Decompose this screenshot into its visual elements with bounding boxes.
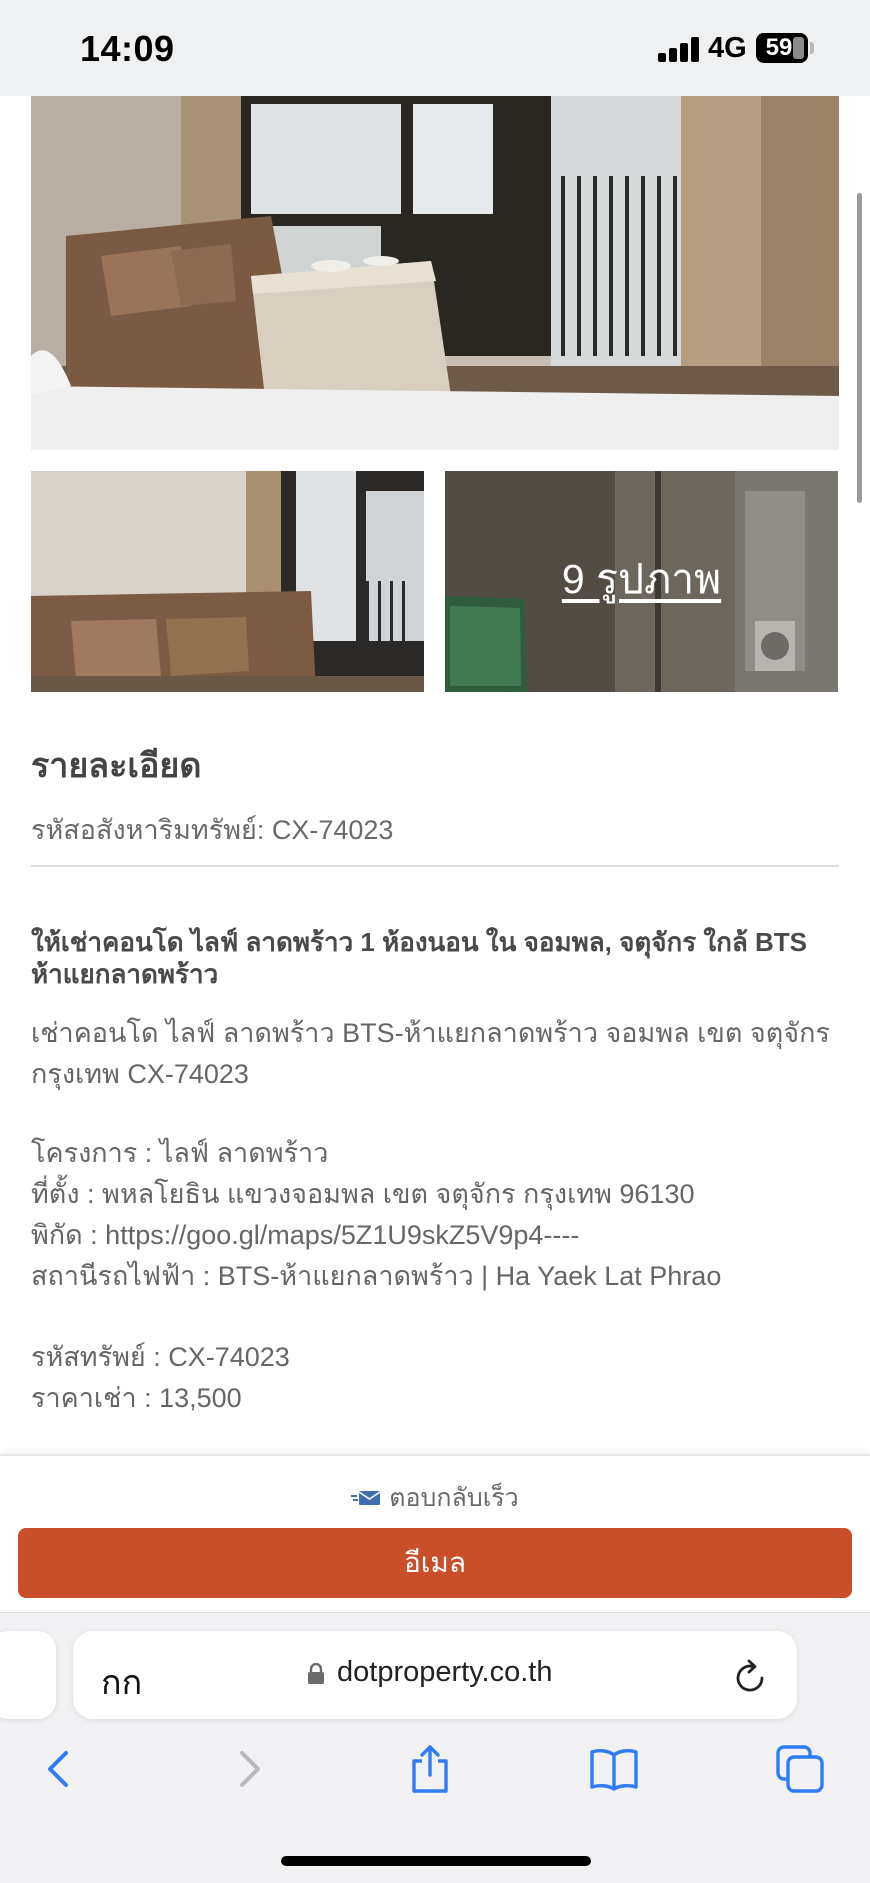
email-button[interactable]: อีเมล [18,1528,852,1598]
room-photo-image [31,96,839,450]
lock-icon [307,1662,325,1690]
listing-title: ให้เช่าคอนโด ไลฟ์ ลาดพร้าว 1 ห้องนอน ใน … [31,927,808,989]
browser-chrome: กก dotproperty.co.th [0,1612,870,1883]
home-indicator[interactable] [281,1856,591,1866]
gallery-photo-1[interactable] [31,471,424,692]
photo-count-link[interactable]: 9 รูปภาพ [445,547,838,612]
project-line: โครงการ : ไลฟ์ ลาดพร้าว [31,1138,329,1168]
scrollbar[interactable] [857,193,862,503]
tabs-icon[interactable] [774,1743,826,1795]
rent-price-line: ราคาเช่า : 13,500 [31,1383,242,1413]
contact-bar: ตอบกลับเร็ว อีเมล [0,1454,870,1612]
share-icon[interactable] [404,1743,456,1795]
battery-cap [810,42,814,54]
back-icon[interactable] [34,1743,86,1795]
network-type: 4G [708,32,747,64]
status-time: 14:09 [80,28,175,69]
address-bar[interactable]: กก dotproperty.co.th [73,1631,797,1719]
text-size-button[interactable]: กก [101,1655,142,1709]
details-heading: รายละเอียด [31,747,202,785]
listing-description: เช่าคอนโด ไลฟ์ ลาดพร้าว BTS-ห้าแยกลาดพร้… [31,1018,830,1089]
battery-icon: 59 [756,33,808,63]
main-photo[interactable] [31,96,839,450]
coordinates-line: พิกัด : https://goo.gl/maps/5Z1U9skZ5V9p… [31,1220,580,1250]
station-line: สถานีรถไฟฟ้า : BTS-ห้าแยกลาดพร้าว | Ha Y… [31,1261,722,1291]
asset-code-line: รหัสทรัพย์ : CX-74023 [31,1342,290,1372]
reload-icon[interactable] [733,1655,769,1700]
property-reference: รหัสอสังหาริมทรัพย์: CX-74023 [31,815,394,845]
fast-mail-icon [351,1485,381,1514]
price-info: รหัสทรัพย์ : CX-74023 ราคาเช่า : 13,500 [31,1337,839,1419]
location-line: ที่ตั้ง : พหลโยธิน แขวงจอมพล เขต จตุจักร… [31,1179,695,1209]
url-text[interactable]: dotproperty.co.th [337,1656,552,1689]
signal-strength-icon [658,36,700,62]
sofa-photo-image [31,471,424,692]
divider [31,865,839,867]
reply-fast-note: ตอบกลับเร็ว [0,1478,870,1518]
gallery-photo-more[interactable]: 9 รูปภาพ [445,471,838,692]
forward-icon[interactable] [222,1743,274,1795]
reply-fast-label: ตอบกลับเร็ว [389,1484,519,1512]
battery-level: 59 [765,34,793,61]
status-bar: 14:09 4G 59 [0,0,870,96]
previous-tab-peek[interactable] [0,1631,56,1719]
bookmarks-icon[interactable] [588,1743,640,1795]
project-info: โครงการ : ไลฟ์ ลาดพร้าว ที่ตั้ง : พหลโยธ… [31,1133,839,1297]
